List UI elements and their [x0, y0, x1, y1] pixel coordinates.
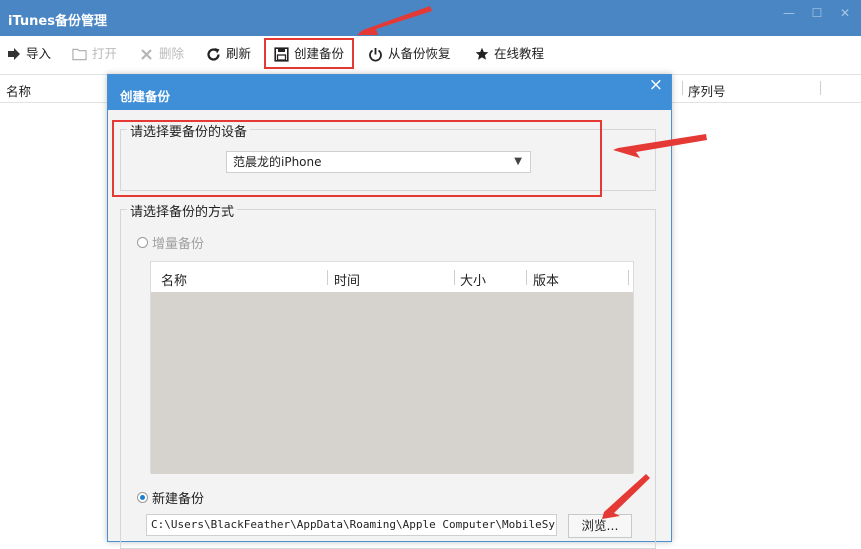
annotation-arrow-browse	[602, 474, 650, 519]
annotation-arrow-toolbar	[357, 6, 432, 35]
annotation-arrow-device	[613, 134, 707, 158]
annotation-arrows	[357, 6, 707, 519]
